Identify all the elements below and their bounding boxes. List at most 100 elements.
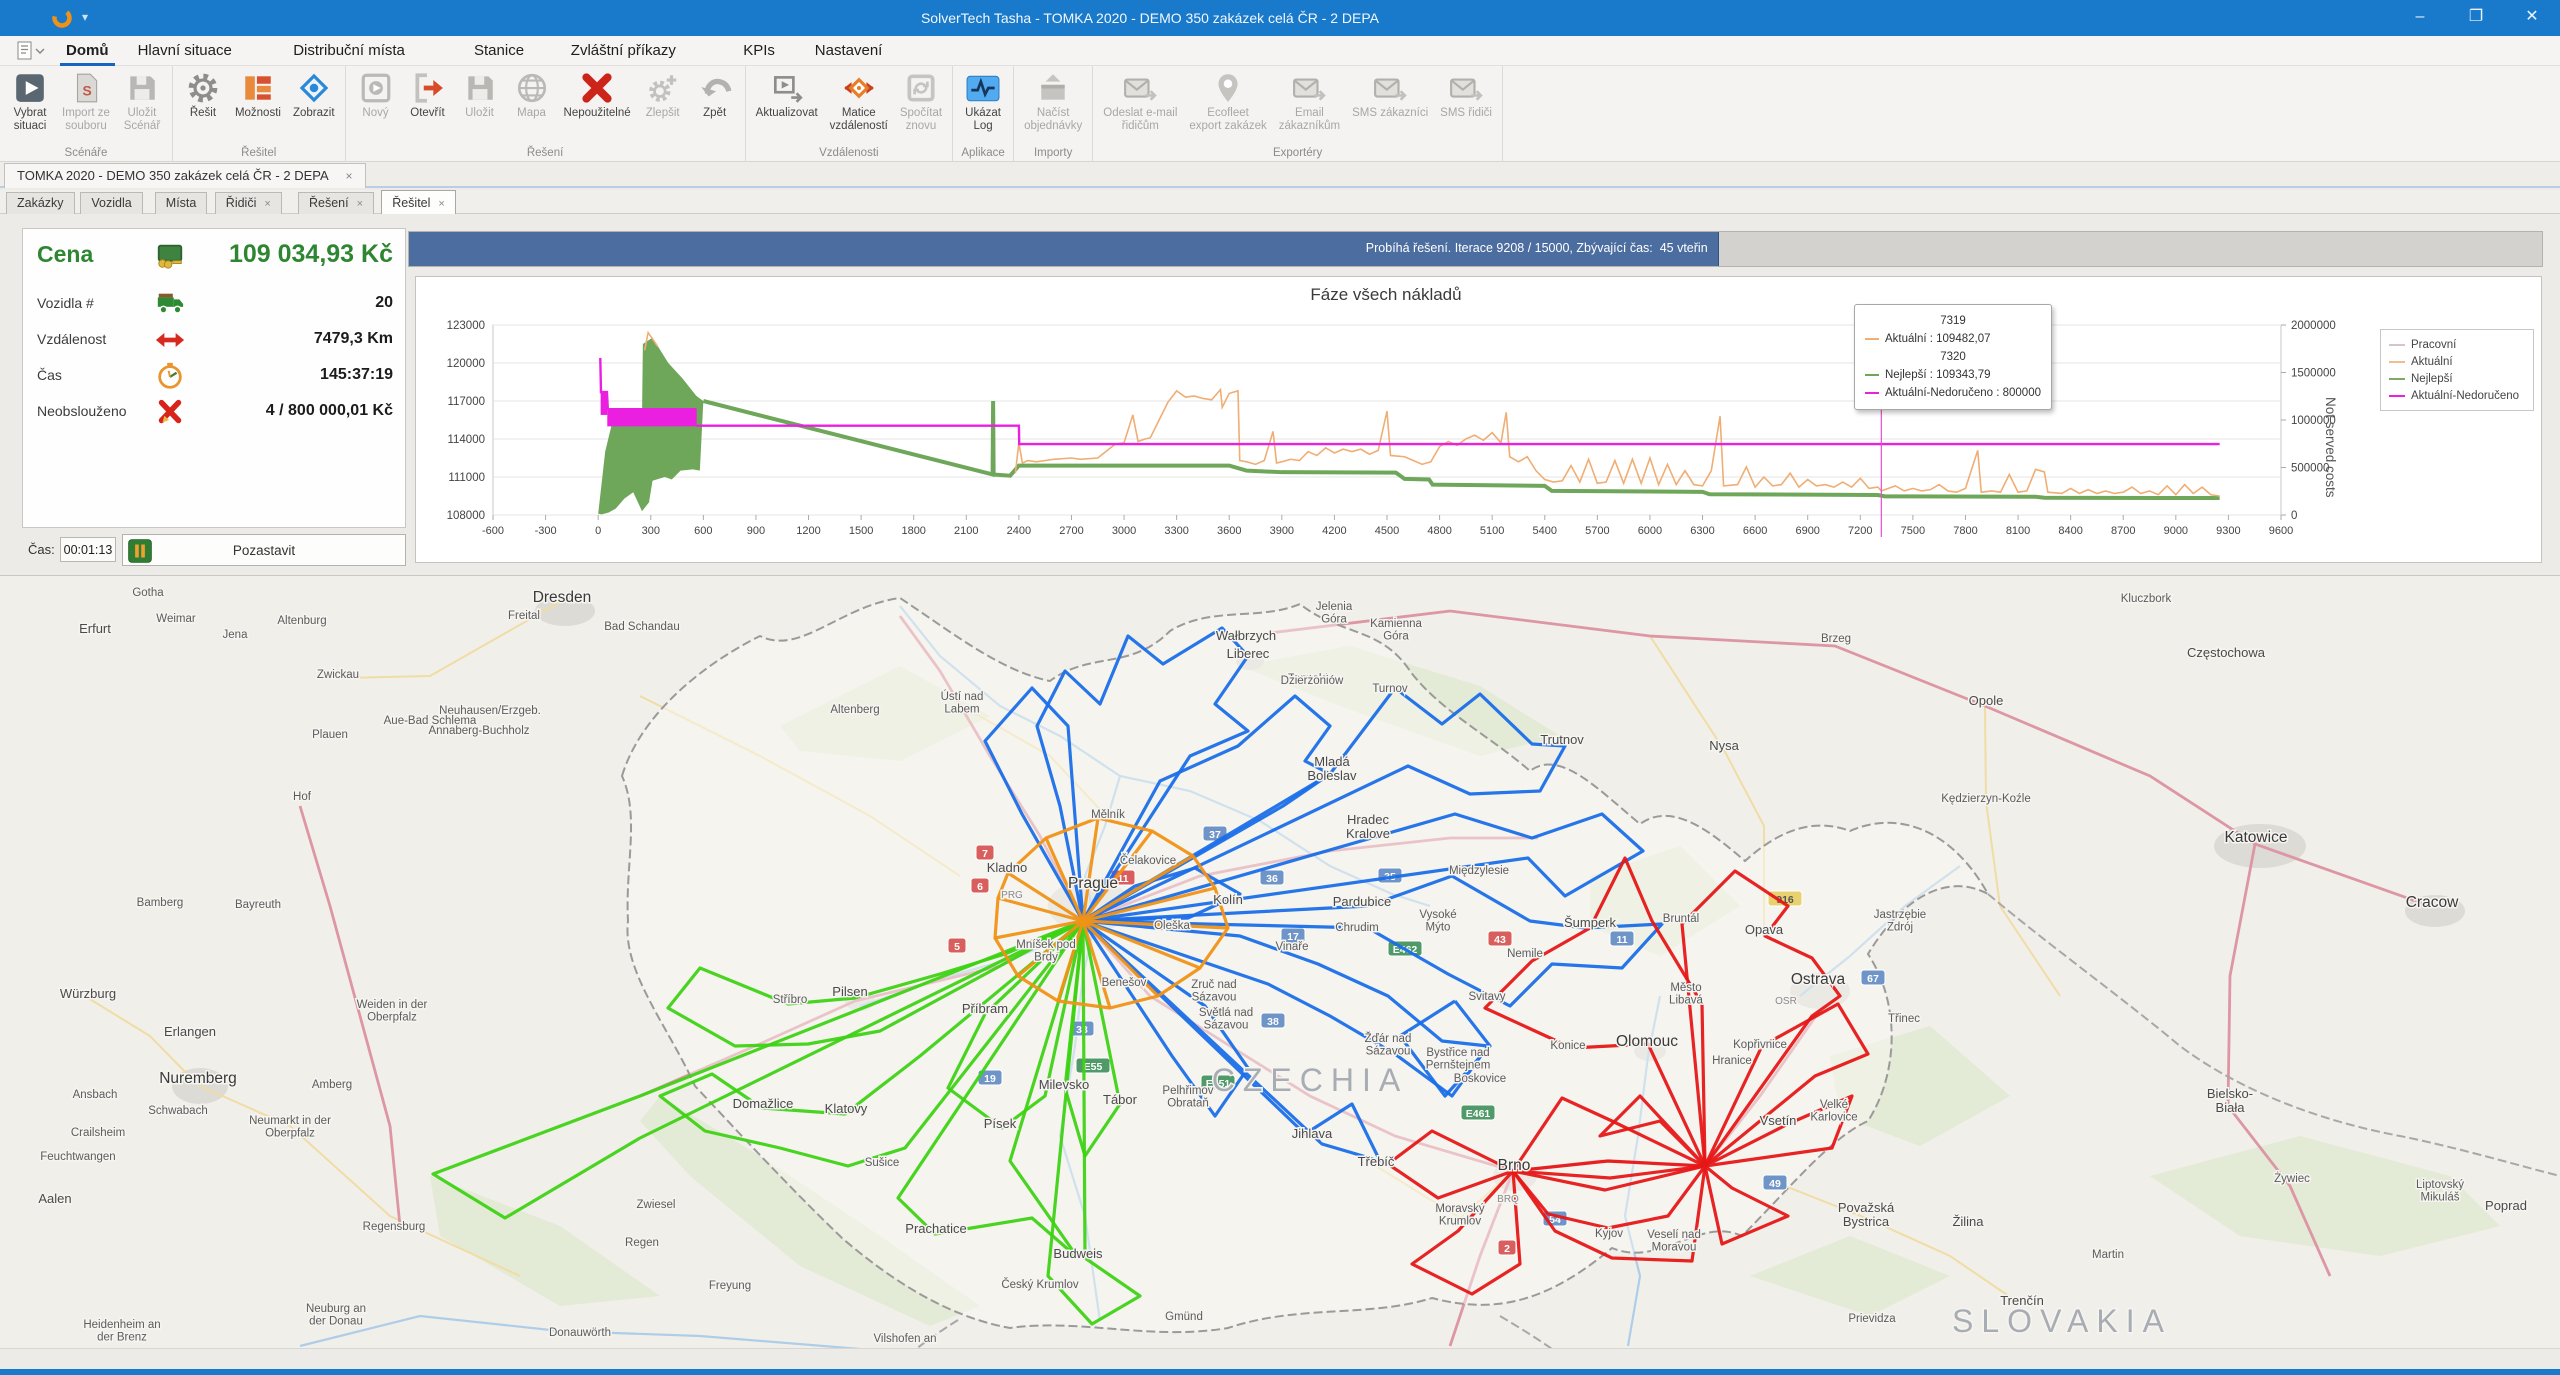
map-city-label: Prague [1068,875,1118,892]
maximize-button[interactable]: ❐ [2448,0,2504,36]
right-axis-label: Not served costs [2323,397,2338,498]
map-city-label: Kluczbork [2121,593,2172,605]
x-axis-tick: 2100 [954,525,978,537]
ribbon-button-možnosti[interactable]: Možnosti [229,68,287,146]
tab-close-icon[interactable]: × [438,198,444,210]
map-city-label: Vsetín [1760,1113,1797,1128]
map-city-label: Poprad [2485,1198,2527,1213]
tab-místa[interactable]: Místa [155,192,208,214]
x-axis-tick: 9000 [2164,525,2188,537]
pause-button[interactable]: Pozastavit [122,534,406,566]
legend-swatch [2389,378,2405,380]
minimize-button[interactable]: – [2392,0,2448,36]
ribbon-button-vybrat[interactable]: Vybrat situaci [4,68,56,146]
tab-close-icon[interactable]: × [357,198,363,210]
ribbon-button-matice[interactable]: Matice vzdáleností [824,68,894,146]
clock-icon [155,361,185,391]
legend-swatch [2389,361,2405,363]
map-city-label: HradecKralove [1346,812,1390,841]
legend-label: Aktuální [2411,356,2453,368]
tab-close-icon[interactable]: × [264,198,270,210]
road-shield-label: E461 [1466,1108,1491,1120]
tab-řešení[interactable]: Řešení× [298,192,374,214]
legend-item: Aktuální-Nedoručeno [2389,387,2525,404]
stat-value: 109 034,93 Kč [229,240,393,269]
map-city-label: Svitavy [1468,991,1505,1003]
menu-tab-dom-[interactable]: Domů [60,36,115,66]
map-city-label: Olomouc [1616,1033,1678,1050]
x-axis-tick: 3600 [1217,525,1241,537]
ribbon-button-řešit[interactable]: Řešit [177,68,229,146]
tooltip-text: 7319 [1940,315,1966,327]
tab-zakázky[interactable]: Zakázky [6,192,75,214]
menu-tab-nastaven-[interactable]: Nastavení [809,36,889,66]
map-city-label: Klatovy [825,1101,868,1116]
backstage-menu-icon[interactable] [14,40,48,62]
map-city-label: Kyjov [1595,1228,1623,1240]
new-circle-icon [359,71,393,105]
ribbon-button-ukázat[interactable]: Ukázat Log [957,68,1009,146]
map-city-label: Zruč nadSázavou [1191,979,1236,1004]
tab-řešitel[interactable]: Řešitel× [381,190,456,214]
ribbon-button-zpět[interactable]: Zpět [689,68,741,146]
map-city-label: Nysa [1709,738,1739,753]
map-city-label: Wałbrzych [1216,628,1276,643]
close-button[interactable]: ✕ [2504,0,2560,36]
map-city-label: Boskovice [1454,1073,1506,1085]
map-city-label: Nemile [1507,948,1543,960]
cost-chart-card[interactable]: Fáze všech nákladů 108000111000114000117… [415,276,2542,563]
menu-tab-distribu-n-m-sta[interactable]: Distribuční místa [287,36,411,66]
ribbon-button-label: Zpět [703,107,726,120]
map-city-label: Prievidza [1848,1313,1896,1325]
document-tab-label: TOMKA 2020 - DEMO 350 zakázek celá ČR - … [17,168,328,183]
x-axis-tick: 5700 [1585,525,1609,537]
map-city-label: Jihlava [1292,1126,1333,1141]
ribbon-button-ecofleet: Ecofleet export zakázek [1183,68,1272,146]
legend-item: Nejlepší [2389,370,2525,387]
ribbon-button-label: Vybrat situaci [14,107,47,132]
x-axis-tick: 5100 [1480,525,1504,537]
globe-icon [515,71,549,105]
map-city-label: LiptovskýMikuláš [2416,1179,2464,1204]
map-canvas: 76115373617381933E55E551431191667E462E46… [0,576,2560,1349]
ribbon-button-label: Načíst objednávky [1024,107,1082,132]
map-city-label: OSR [1775,996,1797,1007]
menu-tab-zvl-tn-p-kazy[interactable]: Zvláštní příkazy [565,36,682,66]
map-city-label: Brno [1498,1157,1531,1174]
tooltip-row: Aktuální-Nedoručeno : 800000 [1865,384,2041,402]
map-city-label: Vilshofen an [873,1333,936,1345]
tooltip-text: 7320 [1940,351,1966,363]
ribbon-button-label: Odeslat e-mail řidičům [1103,107,1177,132]
map-city-label: Bayreuth [235,899,281,911]
road-shield-label: 36 [1266,873,1278,885]
ribbon-button-nepoužitelné[interactable]: Nepoužitelné [558,68,637,146]
stat-label: Čas [37,367,62,383]
chart-canvas[interactable]: 108000111000114000117000120000123000-600… [416,277,2541,562]
x-axis-tick: 0 [595,525,601,537]
ribbon-button-label: Uložit [465,107,494,120]
legend-item: Aktuální [2389,353,2525,370]
document-tab-close-icon[interactable]: × [346,169,353,183]
map-city-label: Kędzierzyn-Koźle [1941,793,2030,805]
menu-tab-stanice[interactable]: Stanice [468,36,530,66]
x-axis-tick: 4200 [1322,525,1346,537]
ribbon-group-name: Importy [1018,146,1088,161]
menu-tab-kpis[interactable]: KPIs [737,36,781,66]
ribbon-button-otevřít[interactable]: Otevřít [402,68,454,146]
gear-plus-icon [646,71,680,105]
ribbon-button-zobrazit[interactable]: Zobrazit [287,68,341,146]
tab-vozidla[interactable]: Vozidla [80,192,142,214]
map-city-label: Milevsko [1039,1077,1090,1092]
ribbon-button-aktualizovat[interactable]: Aktualizovat [750,68,824,146]
map-view[interactable]: 76115373617381933E55E551431191667E462E46… [0,575,2560,1348]
document-tab[interactable]: TOMKA 2020 - DEMO 350 zakázek celá ČR - … [4,163,366,188]
map-city-label: Katowice [2225,829,2288,846]
stat-value: 4 / 800 000,01 Kč [266,402,393,420]
map-city-label: Budweis [1053,1246,1103,1261]
tab-řidiči[interactable]: Řidiči× [215,192,282,214]
x-axis-tick: 2700 [1059,525,1083,537]
map-city-label: Weimar [156,613,196,625]
menu-tab-hlavn-situace[interactable]: Hlavní situace [132,36,238,66]
map-city-label: Veselí nadMoravou [1647,1229,1701,1254]
map-city-label: Dzierżoniów [1281,675,1344,687]
